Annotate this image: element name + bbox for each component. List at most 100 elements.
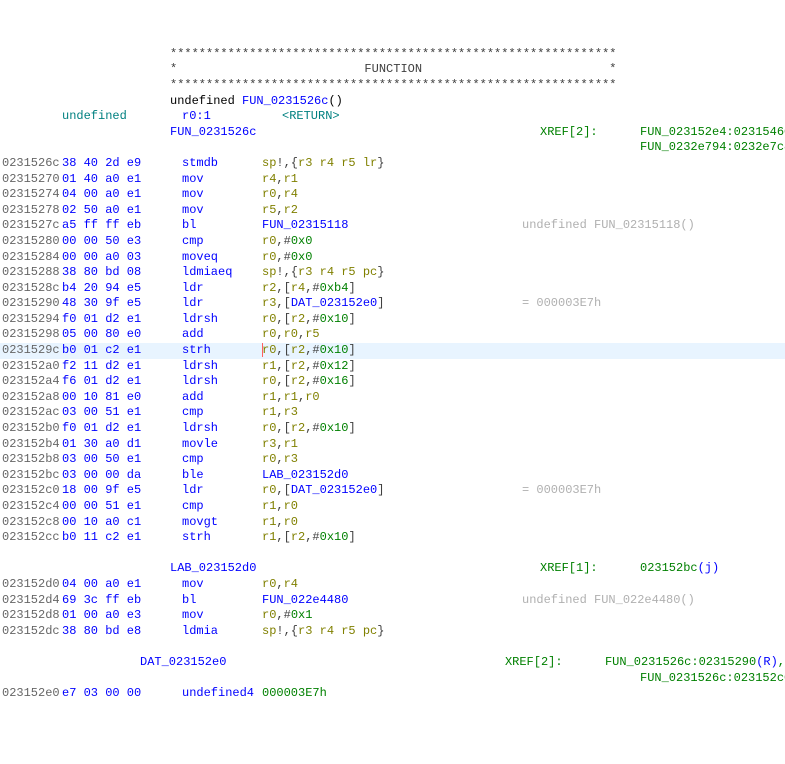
disasm-row[interactable]: 0231526c38 40 2d e9stmdbsp!,{r3 r4 r5 lr… xyxy=(0,156,785,172)
reg: r2 xyxy=(262,281,276,295)
disasm-row[interactable]: 023152dc38 80 bd e8ldmiasp!,{r3 r4 r5 pc… xyxy=(0,624,785,640)
function-label[interactable]: FUN_0231526c xyxy=(170,125,540,141)
address: 0231529c xyxy=(0,343,62,359)
mnemonic: ldrsh xyxy=(182,312,262,328)
xref-link[interactable]: FUN_0231526c:023152c0 xyxy=(640,671,785,685)
dark: ,[ xyxy=(276,483,290,497)
label[interactable]: DAT_023152e0 xyxy=(291,483,377,497)
address: 023152a8 xyxy=(0,390,62,406)
code-label[interactable]: LAB_023152d0 xyxy=(170,561,540,577)
disasm-row[interactable]: 023152b0f0 01 d2 e1ldrshr0,[r2,#0x10] xyxy=(0,421,785,437)
xref-link[interactable]: FUN_0231526c:02315290 xyxy=(605,655,756,669)
reg: r5 xyxy=(262,203,276,217)
address: 023152d8 xyxy=(0,608,62,624)
disasm-row[interactable]: 0231527802 50 a0 e1movr5,r2 xyxy=(0,203,785,219)
disasm-row[interactable]: 023152c800 10 a0 c1movgtr1,r0 xyxy=(0,515,785,531)
bytes: e7 03 00 00 xyxy=(62,686,162,702)
disasm-row[interactable]: 023152d801 00 a0 e3movr0,#0x1 xyxy=(0,608,785,624)
function-name[interactable]: FUN_0231526c xyxy=(242,94,328,108)
header-border: ****************************************… xyxy=(170,47,616,63)
dark: , xyxy=(276,390,283,404)
disasm-row[interactable]: 0231528838 80 bd 08ldmiaeqsp!,{r3 r4 r5 … xyxy=(0,265,785,281)
imm: 0x10 xyxy=(320,421,349,435)
address: 02315288 xyxy=(0,265,62,281)
reg: r2 xyxy=(291,374,305,388)
imm: 0x1 xyxy=(291,608,313,622)
func[interactable]: FUN_02315118 xyxy=(262,218,348,232)
header-border: ****************************************… xyxy=(170,78,616,94)
bytes: f2 11 d2 e1 xyxy=(62,359,162,375)
disasm-row[interactable]: 023152c018 00 9f e5ldrr0,[DAT_023152e0]=… xyxy=(0,483,785,499)
address: 023152d0 xyxy=(0,577,62,593)
disasm-row[interactable]: 023152ccb0 11 c2 e1strhr1,[r2,#0x10] xyxy=(0,530,785,546)
reg: r2 xyxy=(291,421,305,435)
reg: r5 xyxy=(305,327,319,341)
imm: 0x0 xyxy=(291,234,313,248)
disasm-row[interactable]: 0231528000 00 50 e3cmpr0,#0x0 xyxy=(0,234,785,250)
disasm-row[interactable]: 023152c400 00 51 e1cmpr1,r0 xyxy=(0,499,785,515)
func[interactable]: FUN_022e4480 xyxy=(262,593,348,607)
dark: , xyxy=(276,515,283,529)
disasm-row[interactable]: 023152a800 10 81 e0addr1,r1,r0 xyxy=(0,390,785,406)
data-row[interactable]: 023152e0e7 03 00 00undefined4000003E7h xyxy=(0,686,785,702)
imm: 0x12 xyxy=(320,359,349,373)
disasm-row[interactable]: 023152d004 00 a0 e1movr0,r4 xyxy=(0,577,785,593)
disasm-row[interactable]: 023152ac03 00 51 e1cmpr1,r3 xyxy=(0,405,785,421)
reg: r3 r4 r5 pc xyxy=(298,265,377,279)
bytes: 04 00 a0 e1 xyxy=(62,577,162,593)
bytes: 03 00 51 e1 xyxy=(62,405,162,421)
dark: ,# xyxy=(305,312,319,326)
address: 0231528c xyxy=(0,281,62,297)
disasm-row[interactable]: 0231529cb0 01 c2 e1strhr0,[r2,#0x10] xyxy=(0,343,785,359)
disasm-row[interactable]: 0231528400 00 a0 03moveqr0,#0x0 xyxy=(0,250,785,266)
disasm-row[interactable]: 0231528cb4 20 94 e5ldrr2,[r4,#0xb4] xyxy=(0,281,785,297)
disasm-row[interactable]: 0231527ca5 ff ff ebblFUN_02315118undefin… xyxy=(0,218,785,234)
label[interactable]: DAT_023152e0 xyxy=(291,296,377,310)
dark: ,# xyxy=(276,250,290,264)
disasm-row[interactable]: 023152bc03 00 00 dableLAB_023152d0 xyxy=(0,468,785,484)
disasm-row[interactable]: 0231527404 00 a0 e1movr0,r4 xyxy=(0,187,785,203)
disasm-row[interactable]: 023152a4f6 01 d2 e1ldrshr0,[r2,#0x16] xyxy=(0,374,785,390)
disasm-row[interactable]: 0231529805 00 80 e0addr0,r0,r5 xyxy=(0,327,785,343)
address: 02315294 xyxy=(0,312,62,328)
dark: ] xyxy=(348,281,355,295)
dark: !,{ xyxy=(276,156,298,170)
disasm-row[interactable]: 0231529048 30 9f e5ldrr3,[DAT_023152e0]=… xyxy=(0,296,785,312)
disasm-row[interactable]: 02315294f0 01 d2 e1ldrshr0,[r2,#0x10] xyxy=(0,312,785,328)
address: 023152bc xyxy=(0,468,62,484)
bytes: 01 40 a0 e1 xyxy=(62,172,162,188)
address: 023152a0 xyxy=(0,359,62,375)
reg: r0 xyxy=(262,250,276,264)
dark: } xyxy=(377,624,384,638)
disasm-row[interactable]: 023152b401 30 a0 d1movler3,r1 xyxy=(0,437,785,453)
address: 023152c4 xyxy=(0,499,62,515)
imm: 0x10 xyxy=(320,530,349,544)
dark: ] xyxy=(348,530,355,544)
bytes: f6 01 d2 e1 xyxy=(62,374,162,390)
xref-link[interactable]: FUN_0232e794:0232e7c8 xyxy=(640,140,785,154)
header-title: * FUNCTION * xyxy=(170,62,616,78)
dark: !,{ xyxy=(276,624,298,638)
xref-link[interactable]: 023152bc xyxy=(640,561,698,575)
label[interactable]: LAB_023152d0 xyxy=(262,468,348,482)
mnemonic: ldr xyxy=(182,483,262,499)
disasm-row[interactable]: 023152a0f2 11 d2 e1ldrshr1,[r2,#0x12] xyxy=(0,359,785,375)
mnemonic: mov xyxy=(182,608,262,624)
disasm-row[interactable]: 023152d469 3c ff ebblFUN_022e4480undefin… xyxy=(0,593,785,609)
xref-link[interactable]: FUN_023152e4:02315460 xyxy=(640,125,785,139)
address: 0231526c xyxy=(0,156,62,172)
data-label[interactable]: DAT_023152e0 xyxy=(140,655,505,671)
address: 02315280 xyxy=(0,234,62,250)
data-value: 000003E7h xyxy=(262,686,327,702)
dark: ,# xyxy=(276,234,290,248)
reg: r0 xyxy=(262,187,276,201)
reg: sp xyxy=(262,156,276,170)
dark: ,[ xyxy=(276,374,290,388)
xref-header: XREF[2]: xyxy=(540,125,640,141)
dark: ] xyxy=(377,296,384,310)
disasm-row[interactable]: 023152b803 00 50 e1cmpr0,r3 xyxy=(0,452,785,468)
disasm-row[interactable]: 0231527001 40 a0 e1movr4,r1 xyxy=(0,172,785,188)
dark: ,# xyxy=(305,374,319,388)
address: 02315290 xyxy=(0,296,62,312)
reg: r4 xyxy=(262,172,276,186)
